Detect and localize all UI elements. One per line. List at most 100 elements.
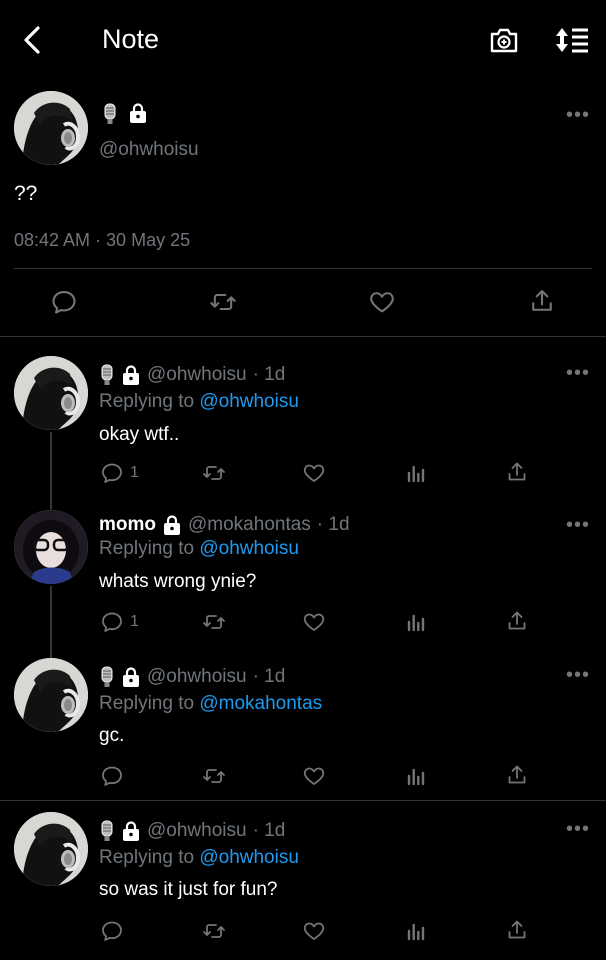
like-button[interactable] bbox=[302, 764, 326, 788]
avatar[interactable] bbox=[14, 356, 88, 430]
avatar[interactable] bbox=[14, 658, 88, 732]
more-options-button[interactable]: ••• bbox=[566, 664, 590, 687]
tweet-text: okay wtf.. bbox=[99, 424, 180, 445]
replying-to: Replying to @ohwhoisu bbox=[99, 538, 299, 559]
retweet-icon bbox=[200, 610, 228, 634]
replying-to: Replying to @mokahontas bbox=[99, 693, 323, 714]
replying-to: Replying to @ohwhoisu bbox=[99, 391, 299, 412]
avatar[interactable] bbox=[14, 510, 88, 584]
comment-button[interactable]: 1 bbox=[100, 461, 139, 485]
like-button[interactable] bbox=[302, 610, 326, 634]
retweet-button[interactable] bbox=[200, 764, 228, 788]
retweet-button[interactable] bbox=[200, 919, 228, 943]
reply-tweet[interactable]: @ohwhoisu · 1d ••• Replying to @mokahont… bbox=[0, 658, 606, 798]
tweet-text: ?? bbox=[14, 182, 38, 205]
more-options-button[interactable]: ••• bbox=[566, 818, 590, 841]
retweet-icon bbox=[200, 461, 228, 485]
tweet-age: · 1d bbox=[252, 820, 286, 841]
author-handle[interactable]: @ohwhoisu bbox=[147, 364, 247, 386]
like-button[interactable] bbox=[368, 288, 396, 321]
comment-button[interactable]: 1 bbox=[100, 610, 139, 634]
reply-tweet[interactable]: @ohwhoisu · 1d ••• Replying to @ohwhoisu… bbox=[0, 812, 606, 952]
comment-button[interactable] bbox=[100, 764, 130, 788]
mention-link[interactable]: @ohwhoisu bbox=[199, 538, 299, 559]
share-button[interactable] bbox=[505, 460, 529, 484]
retweet-icon bbox=[200, 919, 228, 943]
stats-button[interactable] bbox=[404, 919, 428, 943]
tweet-age: · 1d bbox=[252, 364, 286, 385]
author-handle[interactable]: @mokahontas bbox=[188, 514, 311, 536]
share-button[interactable] bbox=[505, 763, 529, 787]
reply-count: 1 bbox=[130, 464, 139, 481]
microphone-emoji-icon bbox=[99, 666, 115, 688]
comment-button[interactable] bbox=[50, 288, 78, 321]
back-button[interactable] bbox=[18, 24, 46, 56]
divider bbox=[0, 800, 606, 801]
back-arrow-icon bbox=[24, 26, 40, 54]
stats-icon bbox=[404, 919, 428, 943]
reply-count: 1 bbox=[130, 613, 139, 630]
author-name[interactable]: momo bbox=[99, 514, 156, 536]
sort-icon bbox=[556, 28, 588, 53]
comment-icon bbox=[50, 288, 78, 316]
comment-icon bbox=[100, 919, 124, 943]
author-handle[interactable]: @ohwhoisu bbox=[147, 666, 247, 688]
tweet-age: · 1d bbox=[316, 514, 350, 535]
microphone-emoji-icon bbox=[99, 820, 115, 842]
author-handle[interactable]: @ohwhoisu bbox=[99, 139, 199, 161]
mention-link[interactable]: @mokahontas bbox=[199, 693, 322, 714]
more-options-button[interactable]: ••• bbox=[566, 514, 590, 537]
avatar[interactable] bbox=[14, 812, 88, 886]
tweet-text: gc. bbox=[99, 725, 125, 746]
share-button[interactable] bbox=[505, 609, 529, 633]
share-icon bbox=[505, 460, 529, 484]
avatar[interactable] bbox=[14, 91, 88, 165]
more-options-button[interactable]: ••• bbox=[566, 362, 590, 385]
tweet-age: · 1d bbox=[252, 666, 286, 687]
sort-button[interactable] bbox=[554, 24, 590, 56]
camera-button[interactable] bbox=[488, 24, 520, 56]
like-button[interactable] bbox=[302, 919, 326, 943]
retweet-button[interactable] bbox=[207, 288, 239, 321]
avatar-image bbox=[14, 91, 88, 165]
tweet-text: so was it just for fun? bbox=[99, 879, 278, 900]
lock-icon bbox=[121, 364, 141, 386]
camera-icon bbox=[490, 28, 518, 53]
tweet-text: whats wrong ynie? bbox=[99, 571, 257, 592]
tweet-timestamp: 08:42 AM · 30 May 25 bbox=[14, 230, 191, 250]
mention-link[interactable]: @ohwhoisu bbox=[199, 391, 299, 412]
like-button[interactable] bbox=[302, 461, 326, 485]
heart-icon bbox=[302, 461, 326, 485]
reply-tweet[interactable]: momo @mokahontas · 1d ••• Replying to @o… bbox=[0, 510, 606, 650]
page-title: Note bbox=[102, 24, 160, 54]
stats-icon bbox=[404, 764, 428, 788]
comment-icon bbox=[100, 461, 124, 485]
mention-link[interactable]: @ohwhoisu bbox=[199, 847, 299, 868]
more-options-button[interactable]: ••• bbox=[566, 104, 590, 127]
heart-icon bbox=[302, 764, 326, 788]
retweet-button[interactable] bbox=[200, 610, 228, 634]
stats-button[interactable] bbox=[404, 461, 428, 485]
divider bbox=[0, 336, 606, 337]
lock-icon bbox=[128, 102, 148, 124]
stats-icon bbox=[404, 461, 428, 485]
share-button[interactable] bbox=[528, 287, 556, 320]
reply-tweet[interactable]: @ohwhoisu · 1d ••• Replying to @ohwhoisu… bbox=[0, 356, 606, 496]
lock-icon bbox=[162, 514, 182, 536]
comment-button[interactable] bbox=[100, 919, 130, 943]
stats-button[interactable] bbox=[404, 764, 428, 788]
lock-icon bbox=[121, 666, 141, 688]
heart-icon bbox=[302, 610, 326, 634]
comment-icon bbox=[100, 610, 124, 634]
heart-icon bbox=[302, 919, 326, 943]
share-icon bbox=[505, 918, 529, 942]
stats-button[interactable] bbox=[404, 610, 428, 634]
share-icon bbox=[505, 609, 529, 633]
share-icon bbox=[528, 287, 556, 315]
microphone-emoji-icon bbox=[102, 103, 118, 125]
retweet-icon bbox=[207, 288, 239, 316]
comment-icon bbox=[100, 764, 124, 788]
share-button[interactable] bbox=[505, 918, 529, 942]
retweet-button[interactable] bbox=[200, 461, 228, 485]
author-handle[interactable]: @ohwhoisu bbox=[147, 820, 247, 842]
